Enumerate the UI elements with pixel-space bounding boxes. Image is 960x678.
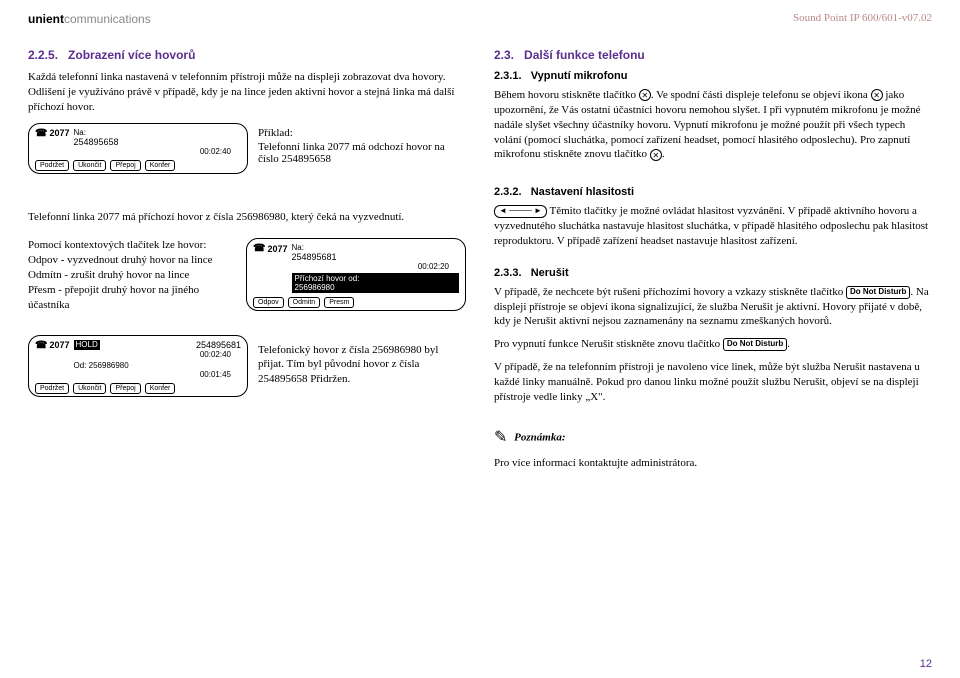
section-num: 2.2.5. xyxy=(28,48,58,62)
example-label: Příklad: xyxy=(258,127,466,139)
subsection-heading-232: 2.3.2. Nastavení hlasitosti xyxy=(494,186,932,198)
paragraph: V případě, že nechcete být rušeni přícho… xyxy=(494,285,932,330)
note-text: Pro více informací kontaktujte administr… xyxy=(494,456,932,471)
context-key-list: Pomocí kontextových tlačítek lze hovor: … xyxy=(28,238,236,312)
brand-logo: unientcommunications xyxy=(28,12,151,26)
hold-label: HOLD xyxy=(74,340,100,350)
incoming-number: 256986980 xyxy=(295,283,457,292)
subsection-title: Nastavení hlasitosti xyxy=(531,186,634,198)
section-title: Zobrazení více hovorů xyxy=(68,48,195,62)
note-label: Poznámka: xyxy=(514,431,565,443)
brand-bold: unient xyxy=(28,12,64,26)
mute-icon: ✕ xyxy=(650,149,662,161)
volume-icon: ◄ ──── ► xyxy=(494,205,547,218)
handset-icon: ☎ xyxy=(35,128,47,139)
softkey: Přepoj xyxy=(110,383,140,394)
na-label: Na: xyxy=(74,128,242,137)
phone-display-3: ☎2077 HOLD 254895681 00:02:40 Od: 256986… xyxy=(28,335,248,397)
paragraph: Každá telefonní linka nastavená v telefo… xyxy=(28,70,466,115)
ext-num: 2077 xyxy=(49,128,69,138)
section-num: 2.3. xyxy=(494,48,514,62)
context-item: Odmítn - zrušit druhý hovor na lince xyxy=(28,268,236,283)
handset-icon: ☎ xyxy=(35,340,47,351)
handset-icon: ☎ xyxy=(253,243,265,254)
paragraph: Během hovoru stiskněte tlačítko ✕. Ve sp… xyxy=(494,88,932,162)
incoming-label: Příchozí hovor od: xyxy=(295,274,457,283)
subsection-title: Vypnutí mikrofonu xyxy=(531,70,628,82)
subsection-heading-233: 2.3.3. Nerušit xyxy=(494,267,932,279)
context-item: Odpov - vyzvednout druhý hovor na lince xyxy=(28,253,236,268)
page-number: 12 xyxy=(920,658,932,670)
section-heading-225: 2.2.5. Zobrazení více hovorů xyxy=(28,48,466,62)
call-number: 254895681 xyxy=(292,252,460,262)
call-duration-2: 00:01:45 xyxy=(74,370,242,379)
softkey: Konfer xyxy=(145,160,176,171)
ext-num: 2077 xyxy=(49,340,69,350)
phone-display-1: ☎2077 Na: 254895658 00:02:40 Podržet Uko… xyxy=(28,123,248,174)
softkey: Podržet xyxy=(35,160,69,171)
subsection-num: 2.3.2. xyxy=(494,186,522,198)
softkey: Presm xyxy=(324,297,354,308)
paragraph: Telefonický hovor z čísla 256986980 byl … xyxy=(258,343,466,388)
paragraph: Pro vypnutí funkce Nerušit stiskněte zno… xyxy=(494,337,932,352)
section-heading-23: 2.3. Další funkce telefonu xyxy=(494,48,932,62)
softkey: Ukončit xyxy=(73,160,106,171)
call-duration: 00:02:40 xyxy=(74,350,242,359)
paragraph: ◄ ──── ► Těmito tlačítky je možné ovláda… xyxy=(494,204,932,249)
document-id: Sound Point IP 600/601-v07.02 xyxy=(793,12,932,24)
left-column: 2.2.5. Zobrazení více hovorů Každá telef… xyxy=(28,48,466,485)
mute-icon: ✕ xyxy=(871,89,883,101)
call-number: 254895681 xyxy=(196,340,241,350)
paragraph: Telefonní linka 2077 má příchozí hovor z… xyxy=(28,210,466,225)
subsection-title: Nerušit xyxy=(531,267,569,279)
example-text: Telefonní linka 2077 má odchozí hovor na… xyxy=(258,141,466,165)
mute-icon: ✕ xyxy=(639,89,651,101)
pencil-icon: ✎ xyxy=(494,427,507,449)
call-duration: 00:02:40 xyxy=(74,147,242,156)
dnd-button-icon: Do Not Disturb xyxy=(846,286,910,299)
softkey: Ukončit xyxy=(73,383,106,394)
na-label: Na: xyxy=(292,243,460,252)
context-intro: Pomocí kontextových tlačítek lze hovor: xyxy=(28,238,236,253)
note-block: ✎ Poznámka: xyxy=(494,427,932,449)
context-item: Přesm - přepojit druhý hovor na jiného ú… xyxy=(28,283,236,313)
subsection-num: 2.3.3. xyxy=(494,267,522,279)
softkey: Odmitn xyxy=(288,297,321,308)
paragraph: V případě, že na telefonním přístroji je… xyxy=(494,360,932,405)
call-duration: 00:02:20 xyxy=(292,262,460,271)
dnd-button-icon: Do Not Disturb xyxy=(723,338,787,351)
phone-display-2: ☎2077 Na: 254895681 00:02:20 Příchozí ho… xyxy=(246,238,466,311)
softkey: Přepoj xyxy=(110,160,140,171)
od-label: Od: xyxy=(74,361,87,370)
ext-num: 2077 xyxy=(267,244,287,254)
call-number-2: 256986980 xyxy=(89,361,129,370)
right-column: 2.3. Další funkce telefonu 2.3.1. Vypnut… xyxy=(494,48,932,485)
call-number: 254895658 xyxy=(74,137,242,147)
softkey: Podržet xyxy=(35,383,69,394)
section-title: Další funkce telefonu xyxy=(524,48,645,62)
softkey: Konfer xyxy=(145,383,176,394)
softkey: Odpov xyxy=(253,297,284,308)
brand-light: communications xyxy=(64,12,151,26)
subsection-heading-231: 2.3.1. Vypnutí mikrofonu xyxy=(494,70,932,82)
subsection-num: 2.3.1. xyxy=(494,70,522,82)
